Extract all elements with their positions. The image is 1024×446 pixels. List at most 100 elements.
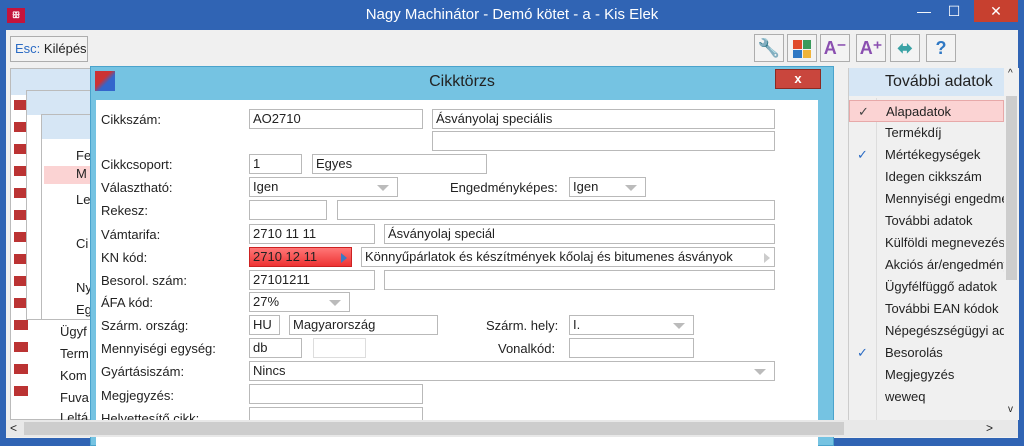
menu-item[interactable]: Le bbox=[76, 192, 90, 207]
scroll-down-arrow[interactable]: v bbox=[1008, 404, 1013, 415]
szarm-hely-select[interactable]: I. bbox=[569, 315, 694, 335]
further-data-item-label: Népegészségügyi adó bbox=[885, 323, 1004, 338]
gyartasiszam-label: Gyártásiszám: bbox=[101, 364, 185, 379]
menu-item-selected[interactable]: M bbox=[44, 166, 94, 184]
further-data-item-label: Termékdíj bbox=[885, 125, 942, 140]
further-data-item[interactable]: ✓ Besorolás bbox=[849, 342, 1004, 364]
scrollbar-thumb[interactable] bbox=[1006, 96, 1017, 280]
item-name2-input[interactable] bbox=[432, 131, 775, 151]
title-bar: ꕥ Nagy Machinátor - Demó kötet - a - Kis… bbox=[0, 0, 1024, 30]
help-icon[interactable]: ? bbox=[926, 34, 956, 62]
horizontal-scrollbar-thumb[interactable] bbox=[24, 422, 844, 435]
afa-kod-select[interactable]: 27% bbox=[249, 292, 350, 312]
exit-button[interactable]: Esc: Kilépés bbox=[10, 36, 88, 62]
close-button[interactable]: ✕ bbox=[974, 0, 1018, 22]
further-data-item[interactable]: További adatok bbox=[849, 210, 1004, 232]
kn-kod-label: KN kód: bbox=[101, 250, 148, 265]
further-data-item[interactable]: ✓ Alapadatok bbox=[849, 100, 1004, 122]
mennyisegi-egyseg-name bbox=[313, 338, 366, 358]
cikkszam-input[interactable]: AO2710 bbox=[249, 109, 423, 129]
further-data-item-label: Ügyfélfüggő adatok bbox=[885, 279, 998, 294]
tiles-icon[interactable] bbox=[787, 34, 817, 62]
kn-kod-value: 2710 12 11 bbox=[253, 249, 318, 264]
wrench-icon[interactable]: 🔧 bbox=[754, 34, 784, 62]
kn-kod-description-text: Könnyűpárlatok és készítmények kőolaj és… bbox=[365, 249, 733, 264]
list-item[interactable]: Fuva bbox=[60, 390, 89, 405]
font-increase-icon[interactable]: A⁺ bbox=[856, 34, 886, 62]
vonalkod-label: Vonalkód: bbox=[498, 341, 556, 356]
szarm-hely-label: Szárm. hely: bbox=[486, 318, 559, 333]
vonalkod-input[interactable] bbox=[569, 338, 694, 358]
further-data-item[interactable]: Ügyfélfüggő adatok bbox=[849, 276, 1004, 298]
further-data-panel: További adatok ✓ Alapadatok Termékdíj ✓ Mért… bbox=[848, 68, 1019, 420]
further-data-item-label: Mértékegységek bbox=[885, 147, 981, 162]
list-item[interactable]: Kom bbox=[60, 368, 87, 383]
further-data-item[interactable]: Termékdíj bbox=[849, 122, 1004, 144]
megjegyzes-input[interactable] bbox=[249, 384, 423, 404]
gyartasiszam-select[interactable]: Nincs bbox=[249, 361, 775, 381]
resize-horizontal-icon[interactable]: ⬌ bbox=[890, 34, 920, 62]
further-data-item[interactable]: További EAN kódok bbox=[849, 298, 1004, 320]
dialog-title: Cikktörzs bbox=[429, 73, 495, 90]
cikkcsoport-label: Cikkcsoport: bbox=[101, 157, 173, 172]
item-form: Cikkszám: AO2710 Ásványolaj speciális Ci… bbox=[96, 100, 818, 446]
further-data-item[interactable]: Megjegyzés bbox=[849, 364, 1004, 386]
exit-label: Kilépés bbox=[43, 41, 87, 56]
font-decrease-icon[interactable]: A⁻ bbox=[820, 34, 850, 62]
szarm-orszag-label: Szárm. ország: bbox=[101, 318, 189, 333]
szarm-orszag-code-input[interactable]: HU bbox=[249, 315, 280, 335]
further-data-title: További adatok bbox=[849, 68, 1004, 96]
further-data-item[interactable]: Idegen cikkszám bbox=[849, 166, 1004, 188]
further-data-item[interactable]: Akciós ár/engedmény bbox=[849, 254, 1004, 276]
szarm-orszag-name-input[interactable]: Magyarország bbox=[289, 315, 438, 335]
rekesz-name-input[interactable] bbox=[337, 200, 775, 220]
rekesz-label: Rekesz: bbox=[101, 203, 148, 218]
valaszthato-select[interactable]: Igen bbox=[249, 177, 398, 197]
scroll-right-arrow[interactable]: > bbox=[986, 421, 993, 435]
vamtarifa-name-input[interactable]: Ásványolaj speciál bbox=[384, 224, 775, 244]
cikkszam-label: Cikkszám: bbox=[101, 112, 161, 127]
kn-kod-input[interactable]: 2710 12 11 bbox=[249, 247, 352, 267]
further-data-item-label: Külföldi megnevezés bbox=[885, 235, 1004, 250]
list-item[interactable]: Term bbox=[60, 346, 89, 361]
checkmark-icon: ✓ bbox=[858, 104, 869, 119]
further-data-item-label: Megjegyzés bbox=[885, 367, 955, 382]
further-data-item-label: Mennyiségi engedmény bbox=[885, 191, 1004, 206]
dialog-close-button[interactable]: x bbox=[775, 69, 821, 89]
checkmark-icon: ✓ bbox=[857, 147, 868, 162]
scroll-up-arrow[interactable]: ^ bbox=[1008, 68, 1013, 79]
engedmenykepes-select[interactable]: Igen bbox=[569, 177, 646, 197]
menu-item[interactable]: Fe bbox=[76, 148, 91, 163]
mennyisegi-egyseg-input[interactable]: db bbox=[249, 338, 302, 358]
besorol-name-input[interactable] bbox=[384, 270, 775, 290]
afa-kod-label: ÁFA kód: bbox=[101, 295, 154, 310]
further-data-item[interactable]: ✓ Mértékegységek bbox=[849, 144, 1004, 166]
further-data-item-label: További EAN kódok bbox=[885, 301, 999, 316]
scroll-left-arrow[interactable]: < bbox=[10, 421, 17, 435]
vamtarifa-code-input[interactable]: 2710 11 11 bbox=[249, 224, 375, 244]
engedmenykepes-label: Engedményképes: bbox=[450, 180, 558, 195]
valaszthato-label: Választható: bbox=[101, 180, 173, 195]
minimize-button[interactable]: — bbox=[910, 0, 938, 22]
further-data-item[interactable]: Mennyiségi engedmény bbox=[849, 188, 1004, 210]
checkmark-icon: ✓ bbox=[857, 345, 868, 360]
play-arrow-icon[interactable] bbox=[764, 253, 770, 263]
further-data-item[interactable]: weweq bbox=[849, 386, 1004, 408]
besorol-szam-label: Besorol. szám: bbox=[101, 273, 187, 288]
maximize-button[interactable]: ☐ bbox=[940, 0, 968, 22]
cikkcsoport-code-input[interactable]: 1 bbox=[249, 154, 302, 174]
item-name-input[interactable]: Ásványolaj speciális bbox=[432, 109, 775, 129]
megjegyzes-label: Megjegyzés: bbox=[101, 388, 174, 403]
list-item[interactable]: Ügyf bbox=[60, 324, 87, 339]
further-data-item-label: További adatok bbox=[885, 213, 973, 228]
further-data-item-label: Alapadatok bbox=[886, 104, 952, 119]
kn-kod-description: Könnyűpárlatok és készítmények kőolaj és… bbox=[361, 247, 775, 267]
further-data-item[interactable]: Népegészségügyi adó bbox=[849, 320, 1004, 342]
cikkcsoport-name-input[interactable]: Egyes bbox=[312, 154, 487, 174]
play-arrow-icon[interactable] bbox=[341, 253, 347, 263]
menu-item[interactable]: Ci bbox=[76, 236, 88, 251]
rekesz-code-input[interactable] bbox=[249, 200, 327, 220]
further-data-item-label: weweq bbox=[885, 389, 926, 404]
besorol-szam-input[interactable]: 27101211 bbox=[249, 270, 375, 290]
further-data-item[interactable]: Külföldi megnevezés bbox=[849, 232, 1004, 254]
